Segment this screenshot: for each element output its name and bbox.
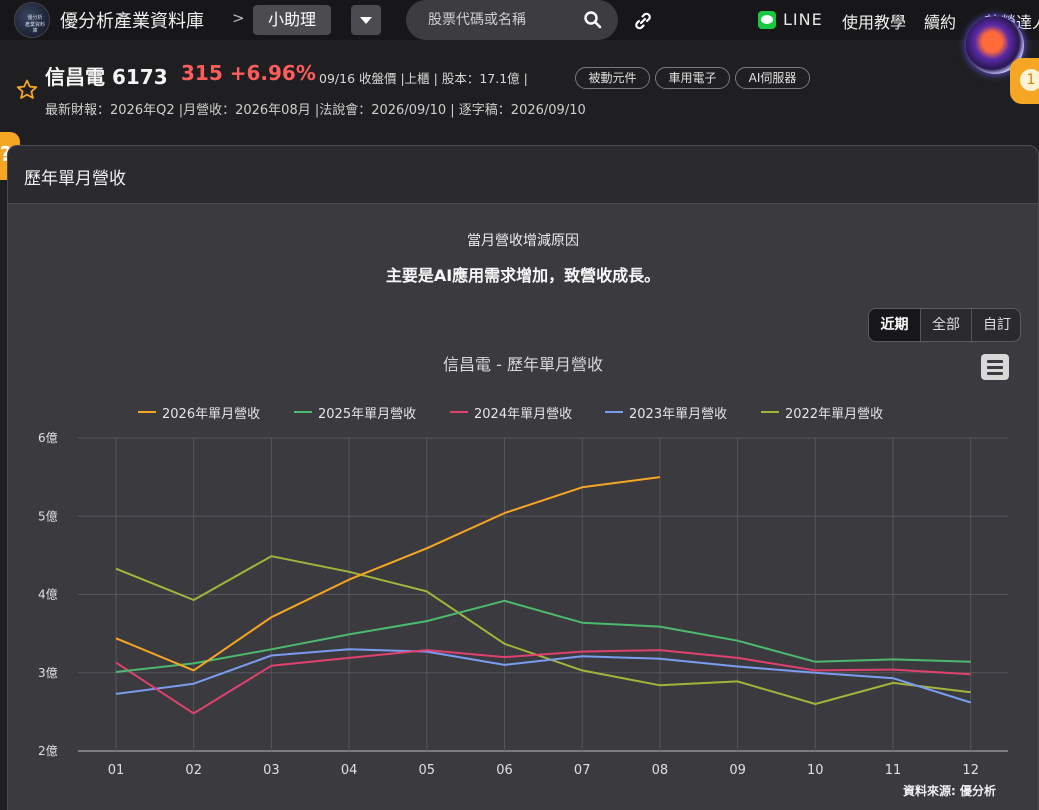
x-tick-label: 10 [807, 763, 824, 778]
search-icon[interactable] [583, 10, 603, 30]
y-tick-label: 3億 [38, 666, 58, 680]
site-brand[interactable]: 優分析產業資料庫 [60, 7, 204, 33]
tag-passive-components[interactable]: 被動元件 [575, 67, 650, 89]
x-tick-label: 04 [341, 763, 358, 778]
tag-automotive[interactable]: 車用電子 [655, 67, 730, 89]
search-input[interactable] [428, 8, 578, 32]
tag-ai-server[interactable]: AI伺服器 [735, 67, 810, 89]
helper-dropdown-button[interactable] [351, 5, 381, 35]
x-tick-label: 08 [652, 763, 669, 778]
stock-name: 信昌電 6173 [45, 65, 168, 89]
notification-count: 1 [1020, 69, 1039, 91]
nav-tutorial[interactable]: 使用教學 [842, 9, 906, 33]
site-logo[interactable]: 優分析 產業資料庫 [14, 2, 50, 38]
logo-line2: 產業資料庫 [24, 22, 45, 34]
x-tick-label: 05 [419, 763, 436, 778]
link-icon[interactable] [632, 10, 654, 32]
y-tick-label: 5億 [38, 509, 58, 523]
x-tick-label: 01 [108, 763, 125, 778]
x-tick-label: 11 [885, 763, 902, 778]
star-icon[interactable] [15, 78, 39, 102]
report-dates: 最新財報：2026年Q2 |月營收：2026年08月 |法說會：2026/09/… [45, 103, 586, 118]
x-tick-label: 02 [185, 763, 202, 778]
stock-price: 315 +6.96% [181, 61, 316, 85]
nav-subscribe[interactable]: 續約 [924, 9, 956, 33]
y-tick-label: 4億 [38, 588, 58, 602]
top-nav: 優分析 產業資料庫 優分析產業資料庫 > 小助理 LINE 使用教學 續約 尊榮… [0, 0, 1039, 40]
line-icon[interactable] [758, 11, 776, 29]
x-tick-label: 03 [263, 763, 280, 778]
data-source: 資料來源: 優分析 [903, 784, 996, 798]
chevron-down-icon [360, 17, 372, 24]
x-tick-label: 07 [574, 763, 591, 778]
y-tick-label: 2億 [38, 744, 58, 758]
breadcrumb-separator: > [232, 9, 245, 27]
series-line-2026年單月營收 [115, 476, 661, 672]
stock-info: 09/16 收盤價 |上櫃 | 股本：17.1億 | [319, 71, 528, 86]
x-tick-label: 12 [962, 763, 979, 778]
line-link[interactable]: LINE [783, 10, 823, 29]
x-tick-label: 06 [496, 763, 513, 778]
y-tick-label: 6億 [38, 431, 58, 445]
helper-button[interactable]: 小助理 [253, 5, 331, 35]
revenue-panel: 歷年單月營收 當月營收增減原因 主要是AI應用需求增加，致營收成長。 近期 全部… [7, 145, 1039, 810]
notification-tab[interactable]: 1 [1010, 58, 1039, 104]
revenue-line-chart: 2億 3億 4億 5億 6億 01 02 03 04 05 06 07 08 09 10 11 12 [38, 431, 1008, 778]
search-box [406, 0, 618, 40]
logo-line1: 優分析 [27, 15, 43, 21]
x-tick-label: 09 [729, 763, 746, 778]
